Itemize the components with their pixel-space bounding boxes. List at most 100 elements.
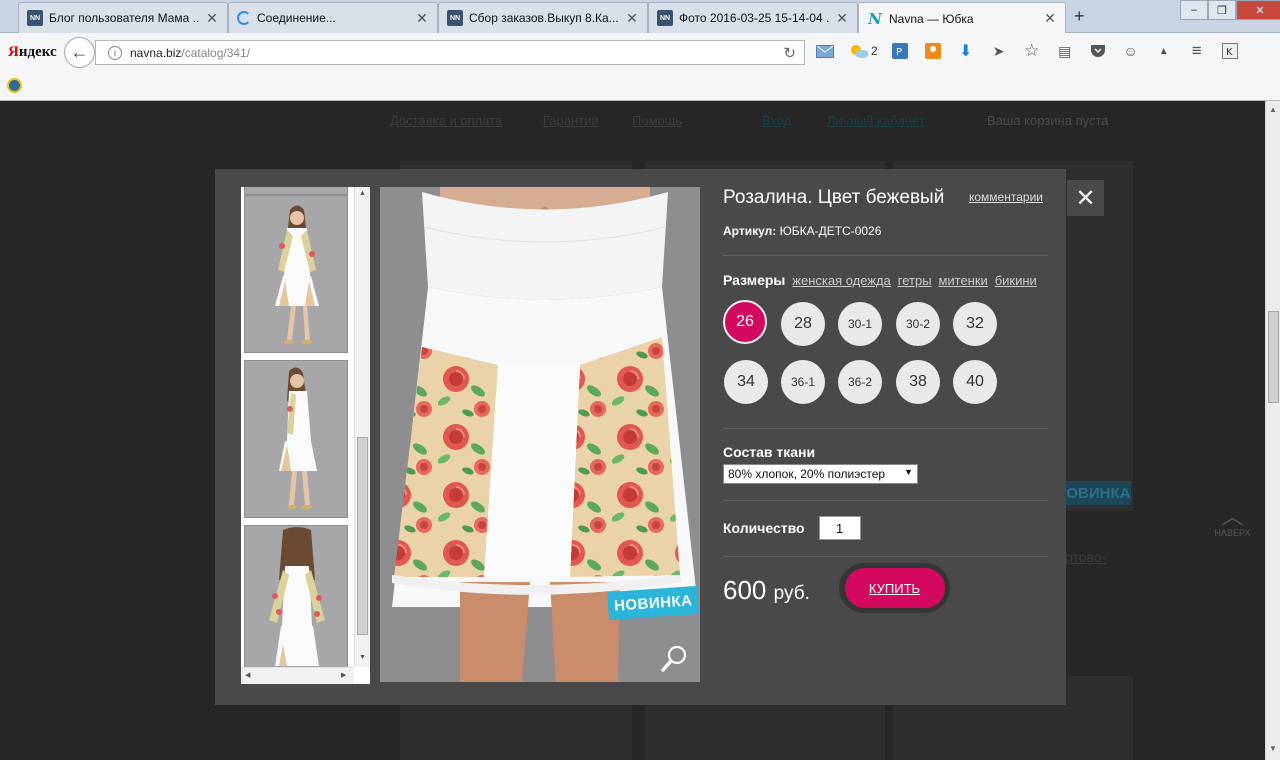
price-unit: руб.: [773, 583, 810, 604]
nav-delivery-link[interactable]: Доставка и оплата: [390, 113, 502, 128]
window-close-icon[interactable]: ✕: [1236, 0, 1280, 20]
tab-navna[interactable]: N Navna — Юбка ✕: [858, 2, 1066, 34]
tab-title: Соединение...: [257, 11, 336, 25]
size-option-40[interactable]: 40: [953, 360, 997, 404]
size-link-women[interactable]: женская одежда: [792, 273, 891, 288]
site-favicon-icon: NN: [27, 10, 43, 26]
divider: [723, 255, 1048, 256]
size-option-34[interactable]: 34: [724, 360, 768, 404]
thumbnail[interactable]: [244, 187, 348, 195]
yandex-logo-first: Я: [8, 44, 19, 60]
tab-title: Navna — Юбка: [889, 11, 974, 26]
tab-connecting[interactable]: Соединение... ✕: [228, 2, 438, 33]
modal-close-icon[interactable]: ✕: [1067, 180, 1104, 216]
size-link-gaiters[interactable]: гетры: [898, 273, 932, 288]
product-image[interactable]: НОВИНКА: [380, 187, 700, 682]
close-icon[interactable]: ✕: [205, 10, 219, 27]
back-arrow-icon[interactable]: ←: [64, 37, 95, 68]
scroll-top-button[interactable]: ︿ НАВЕРХ: [1205, 504, 1260, 539]
zoom-magnifier-icon[interactable]: [660, 643, 690, 673]
bookmark-icon[interactable]: [7, 78, 22, 93]
restore-icon[interactable]: ❐: [1208, 0, 1236, 20]
size-option-36-1[interactable]: 36-1: [781, 360, 825, 404]
scroll-up-icon[interactable]: ▲: [359, 190, 366, 197]
page-scrollbar[interactable]: ▲ ▼: [1265, 101, 1280, 760]
scroll-right-icon[interactable]: ▶: [341, 671, 346, 679]
fabric-select[interactable]: 80% хлопок, 20% полиэстер ▼: [723, 464, 918, 484]
account-link[interactable]: Личный кабинет: [827, 113, 925, 128]
bookmark-star-icon[interactable]: ☆: [1022, 41, 1042, 61]
thumbnail[interactable]: [244, 360, 348, 518]
sizes-header: Размеры женская одежда гетры митенки бик…: [723, 272, 1048, 288]
nav-guarantee-link[interactable]: Гарантии: [543, 113, 599, 128]
tab-orders[interactable]: NN Сбор заказов.Выкуп 8.Ка... ✕: [438, 2, 648, 33]
addon-p-icon[interactable]: P: [890, 41, 910, 61]
product-link[interactable]: ртово-: [1065, 549, 1106, 565]
article-line: Артикул: ЮБКА-ДЕТС-0026: [723, 224, 1048, 238]
size-option-32[interactable]: 32: [953, 302, 997, 346]
fabric-value: 80% хлопок, 20% полиэстер: [728, 467, 886, 481]
url-path: /catalog/341/: [181, 45, 251, 60]
menu-icon[interactable]: ≡: [1187, 41, 1207, 61]
send-icon[interactable]: ➤: [989, 41, 1009, 61]
thumbnail-hscrollbar[interactable]: ◀ ▶: [241, 667, 354, 684]
tab-title: Фото 2016-03-25 15-14-04 ...: [679, 11, 829, 25]
close-icon[interactable]: ✕: [415, 10, 429, 27]
feedback-face-icon[interactable]: ☺: [1121, 41, 1141, 61]
size-link-bikini[interactable]: бикини: [995, 273, 1037, 288]
tab-bar: NN Блог пользователя Мама ... ✕ Соединен…: [0, 0, 1280, 34]
quantity-input[interactable]: 1: [818, 516, 861, 540]
scroll-down-icon[interactable]: ▼: [359, 654, 366, 661]
info-icon[interactable]: i: [108, 45, 122, 60]
minimize-icon[interactable]: –: [1180, 0, 1208, 20]
size-option-26[interactable]: 26: [723, 300, 767, 344]
buy-button[interactable]: КУПИТЬ: [844, 568, 945, 608]
size-option-30-1[interactable]: 30-1: [838, 302, 882, 346]
pocket-icon[interactable]: [1088, 41, 1108, 61]
nav-help-link[interactable]: Помощь: [632, 113, 682, 128]
thumbnail-scrollbar[interactable]: ▲ ▼: [354, 187, 370, 667]
close-icon[interactable]: ✕: [1043, 10, 1057, 27]
article-value: ЮБКА-ДЕТС-0026: [779, 224, 882, 238]
yandex-logo[interactable]: Яндекс: [8, 44, 57, 61]
scroll-down-icon[interactable]: ▼: [1269, 744, 1277, 753]
thumbnail[interactable]: [244, 525, 348, 667]
size-option-30-2[interactable]: 30-2: [896, 302, 940, 346]
thumbnail[interactable]: [244, 195, 348, 353]
bookmarks-bar: [0, 71, 1280, 101]
price: 600 руб.: [723, 575, 810, 606]
new-badge: НОВИНКА: [1055, 481, 1131, 505]
size-option-28[interactable]: 28: [781, 302, 825, 346]
scroll-left-icon[interactable]: ◀: [245, 671, 250, 679]
product-info: Розалина. Цвет бежевый комментарии Артик…: [723, 185, 1048, 617]
chevron-up-icon[interactable]: ▲: [1154, 41, 1174, 61]
svg-text:P: P: [896, 47, 902, 58]
size-option-36-2[interactable]: 36-2: [838, 360, 882, 404]
sizes-label: Размеры: [723, 272, 786, 288]
fabric-section: Состав ткани 80% хлопок, 20% полиэстер ▼: [723, 444, 1048, 484]
reading-list-icon[interactable]: ▤: [1055, 41, 1075, 61]
download-icon[interactable]: ⬇: [956, 41, 976, 61]
tab-title: Сбор заказов.Выкуп 8.Ка...: [469, 11, 619, 25]
mail-icon[interactable]: [815, 41, 835, 61]
size-link-mittens[interactable]: митенки: [938, 273, 987, 288]
scrollbar-thumb[interactable]: [357, 437, 368, 635]
addon-k-icon[interactable]: K: [1220, 41, 1240, 61]
close-icon[interactable]: ✕: [835, 10, 849, 27]
tab-blog[interactable]: NN Блог пользователя Мама ... ✕: [18, 2, 228, 33]
new-tab-button[interactable]: +: [1074, 6, 1085, 27]
comments-link[interactable]: комментарии: [969, 190, 1043, 204]
weather-icon[interactable]: [848, 41, 868, 61]
chevron-up-icon: ︿: [1221, 504, 1244, 529]
address-bar[interactable]: i navna.biz/catalog/341/ ↻: [95, 40, 805, 65]
scrollbar-thumb[interactable]: [1268, 311, 1279, 403]
login-link[interactable]: Вход: [762, 113, 791, 128]
quantity-label: Количество: [723, 520, 805, 536]
addon-ok-icon[interactable]: [923, 41, 943, 61]
close-icon[interactable]: ✕: [625, 10, 639, 27]
cart-status[interactable]: Ваша корзина пуста: [987, 113, 1109, 128]
tab-photo[interactable]: NN Фото 2016-03-25 15-14-04 ... ✕: [648, 2, 858, 33]
size-option-38[interactable]: 38: [896, 360, 940, 404]
reload-icon[interactable]: ↻: [783, 44, 796, 62]
scroll-up-icon[interactable]: ▲: [1269, 105, 1277, 114]
